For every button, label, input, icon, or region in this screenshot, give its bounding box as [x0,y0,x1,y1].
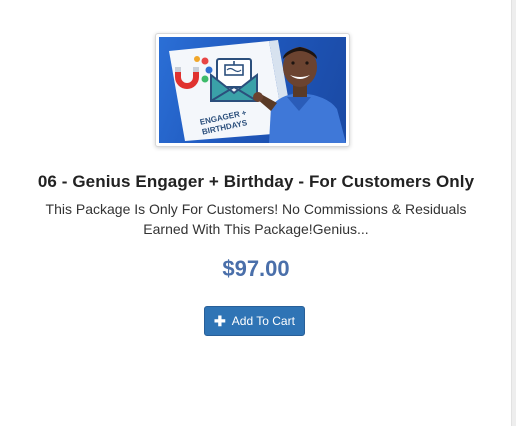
scrollbar[interactable] [511,0,516,426]
plus-icon: ✚ [214,313,226,329]
add-to-cart-button[interactable]: ✚ Add To Cart [204,306,305,336]
product-title[interactable]: 06 - Genius Engager + Birthday - For Cus… [0,172,512,192]
product-price: $97.00 [222,256,290,281]
envelope-cake-icon [210,58,258,102]
product-image: ENGAGER + BIRTHDAYS [159,37,346,143]
product-description: This Package Is Only For Customers! No C… [30,199,482,239]
description-line-2: Earned With This Package!Genius... [143,221,369,237]
product-page: ENGAGER + BIRTHDAYS 06 - Genius Engager … [0,0,516,426]
description-line-1: This Package Is Only For Customers! No C… [45,201,467,217]
product-thumbnail[interactable]: ENGAGER + BIRTHDAYS [155,33,350,147]
add-to-cart-label: Add To Cart [231,314,295,328]
